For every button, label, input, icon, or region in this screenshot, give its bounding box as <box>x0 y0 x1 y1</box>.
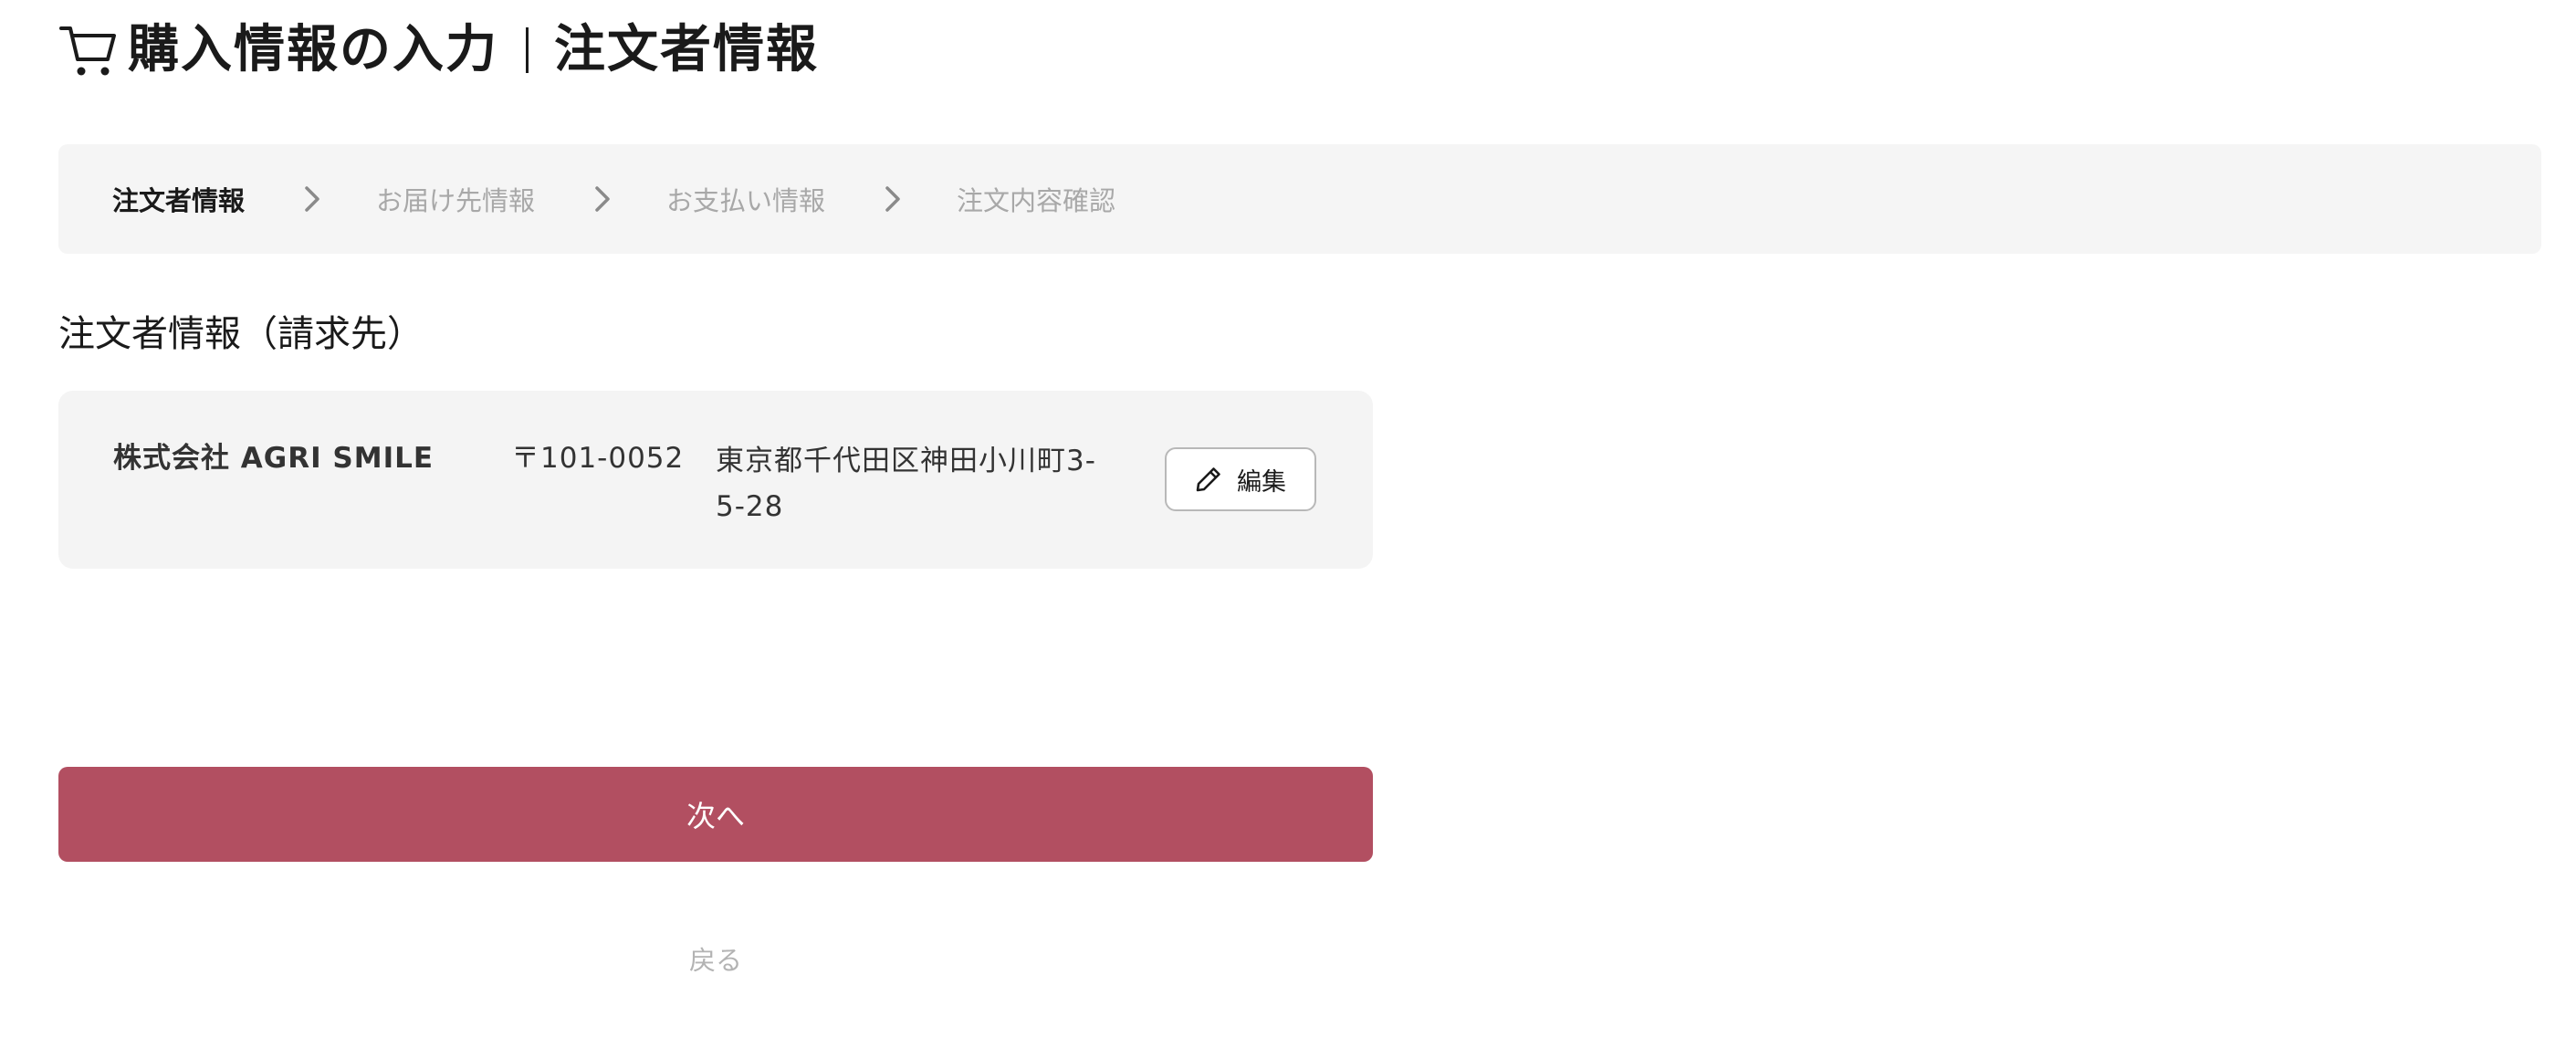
edit-button-label: 編集 <box>1237 467 1286 497</box>
page-title: 購入情報の入力 <box>128 20 498 79</box>
postal-code: 〒101-0052 <box>511 442 685 475</box>
page-header: 購入情報の入力 注文者情報 <box>58 16 819 84</box>
next-button[interactable]: 次へ <box>58 767 1373 862</box>
orderer-info-card: 株式会社 AGRI SMILE 〒101-0052 東京都千代田区神田小川町3-… <box>58 391 1373 569</box>
step-payment-info: お支払い情報 <box>666 185 826 216</box>
section-title: 注文者情報（請求先） <box>58 313 424 355</box>
step-order-confirm: 注文内容確認 <box>957 185 1116 216</box>
company-name: 株式会社 AGRI SMILE <box>113 442 435 475</box>
step-delivery-info: お届け先情報 <box>376 185 536 216</box>
address: 東京都千代田区神田小川町3-5-28 <box>716 445 1096 523</box>
title-separator <box>526 27 529 73</box>
checkout-stepper: 注文者情報 お届け先情報 お支払い情報 注文内容確認 <box>58 144 2541 254</box>
chevron-right-icon <box>595 186 610 212</box>
cart-icon <box>59 26 116 76</box>
chevron-right-icon <box>885 186 900 212</box>
page-subtitle: 注文者情報 <box>554 20 819 79</box>
back-link[interactable]: 戻る <box>58 940 1373 980</box>
chevron-right-icon <box>305 186 319 212</box>
step-orderer-info: 注文者情報 <box>112 185 246 216</box>
edit-button[interactable]: 編集 <box>1165 447 1316 511</box>
pencil-icon <box>1196 467 1220 492</box>
